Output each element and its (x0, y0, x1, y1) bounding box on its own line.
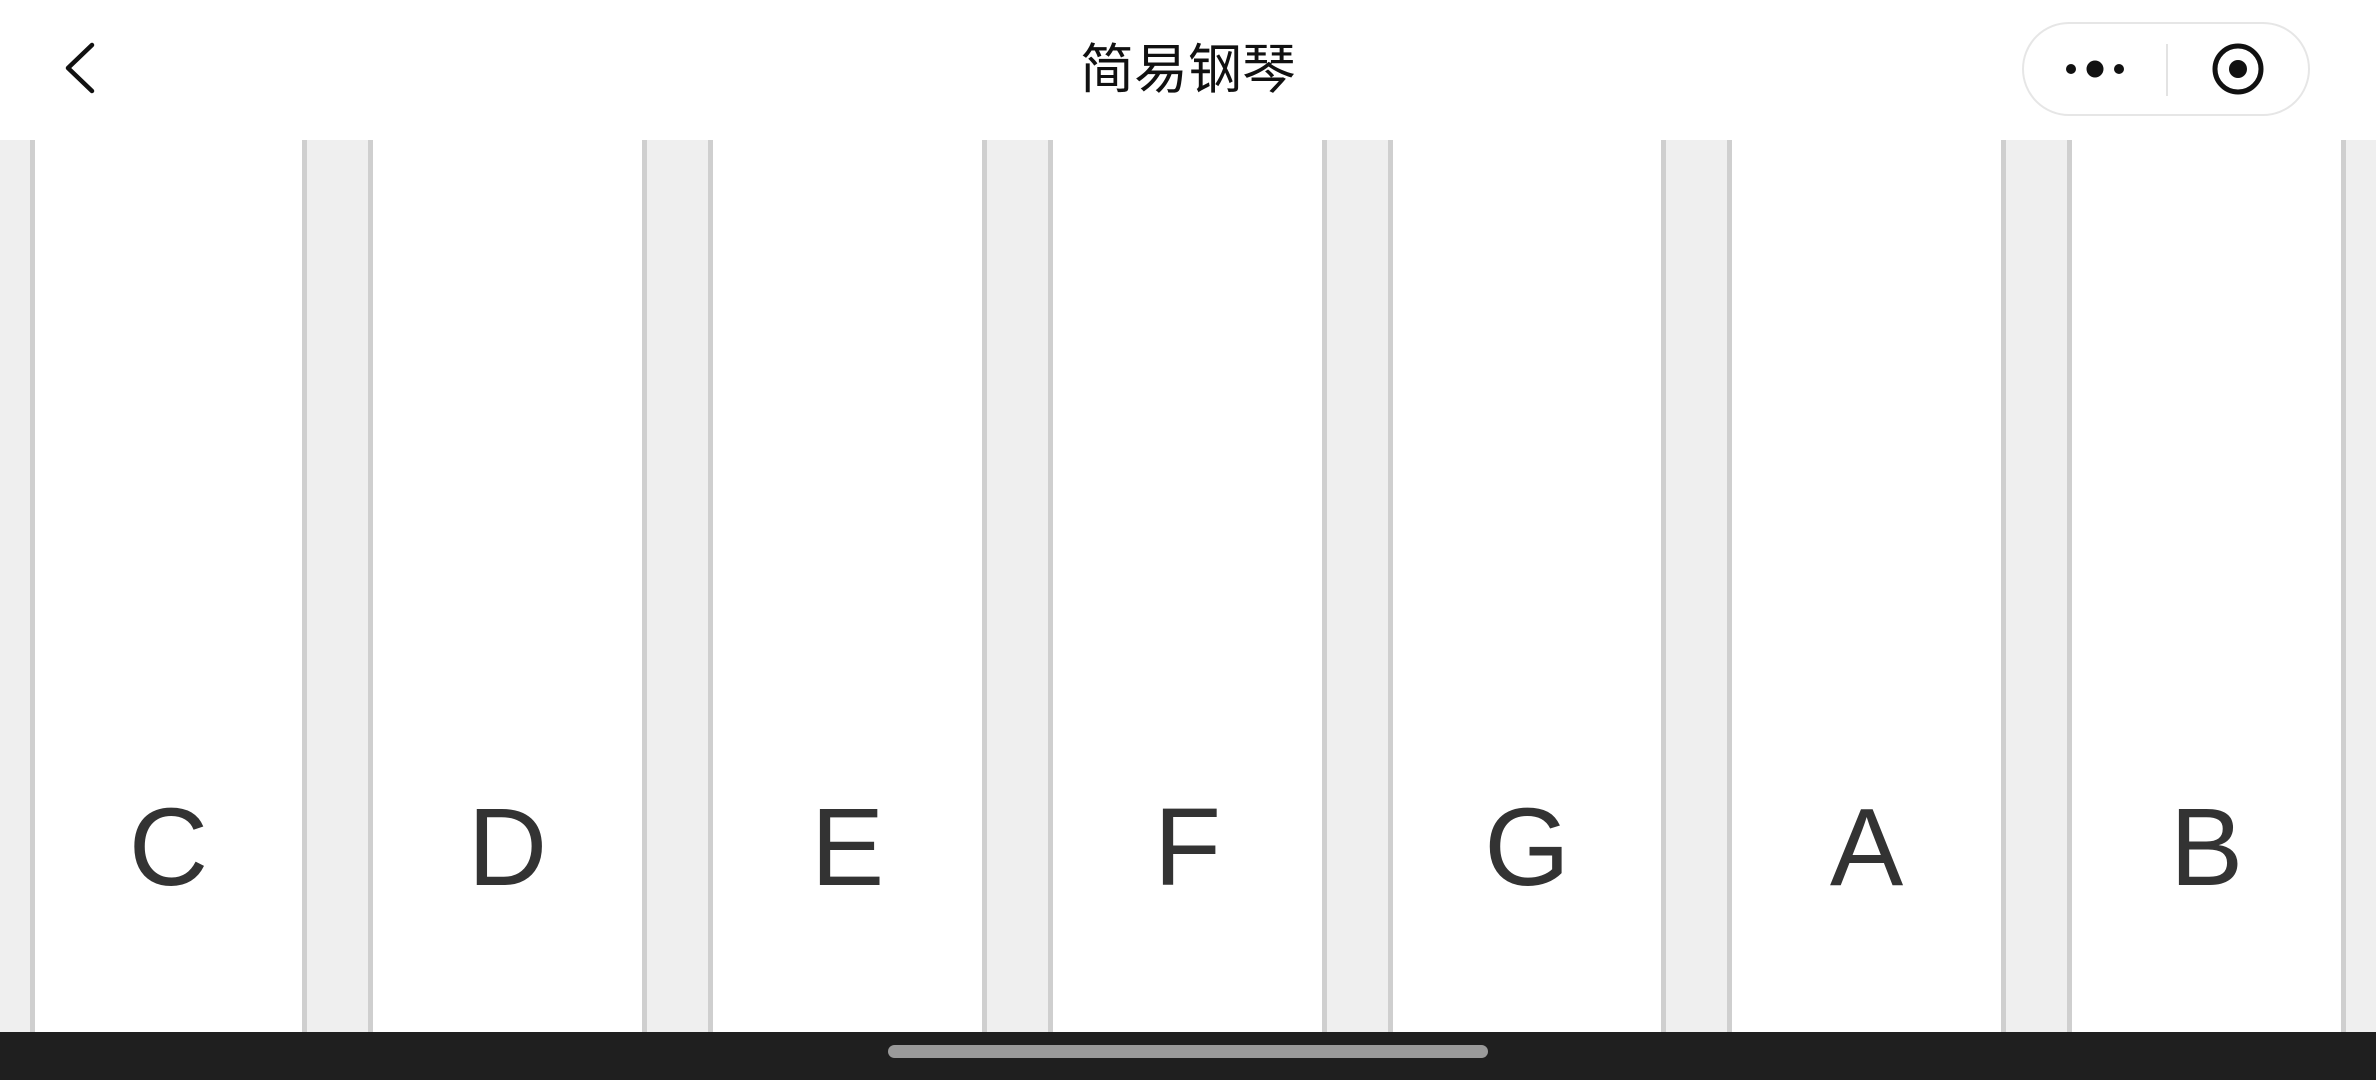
key-separator (0, 140, 35, 1032)
more-dots-icon (2066, 60, 2124, 78)
close-button[interactable] (2168, 24, 2308, 114)
piano-keyboard: C D E F G A B (0, 140, 2376, 1032)
key-label: F (1153, 786, 1222, 909)
more-button[interactable] (2024, 24, 2166, 114)
piano-key-a[interactable]: A (1732, 140, 2001, 1032)
key-separator (1322, 140, 1393, 1032)
key-separator (2341, 140, 2376, 1032)
home-indicator[interactable] (888, 1045, 1488, 1058)
key-separator (2001, 140, 2072, 1032)
key-label: D (467, 786, 548, 909)
key-separator (1661, 140, 1732, 1032)
key-label: E (810, 786, 885, 909)
key-label: G (1484, 786, 1570, 909)
navigation-bar: 简易钢琴 (0, 0, 2376, 140)
key-separator (982, 140, 1053, 1032)
piano-key-e[interactable]: E (713, 140, 982, 1032)
app-window: 简易钢琴 C D E F G A B (0, 0, 2376, 1080)
key-separator (302, 140, 373, 1032)
piano-key-d[interactable]: D (373, 140, 642, 1032)
page-title: 简易钢琴 (1080, 38, 1296, 101)
key-label: C (128, 786, 209, 909)
key-separator (642, 140, 713, 1032)
piano-key-c[interactable]: C (35, 140, 302, 1032)
key-label: B (2169, 786, 2244, 909)
piano-key-b[interactable]: B (2072, 140, 2341, 1032)
target-close-icon (2212, 43, 2264, 95)
key-label: A (1829, 786, 1904, 909)
piano-key-g[interactable]: G (1393, 140, 1661, 1032)
system-navigation-bar (0, 1032, 2376, 1080)
menu-capsule (2022, 22, 2310, 116)
piano-key-f[interactable]: F (1053, 140, 1322, 1032)
